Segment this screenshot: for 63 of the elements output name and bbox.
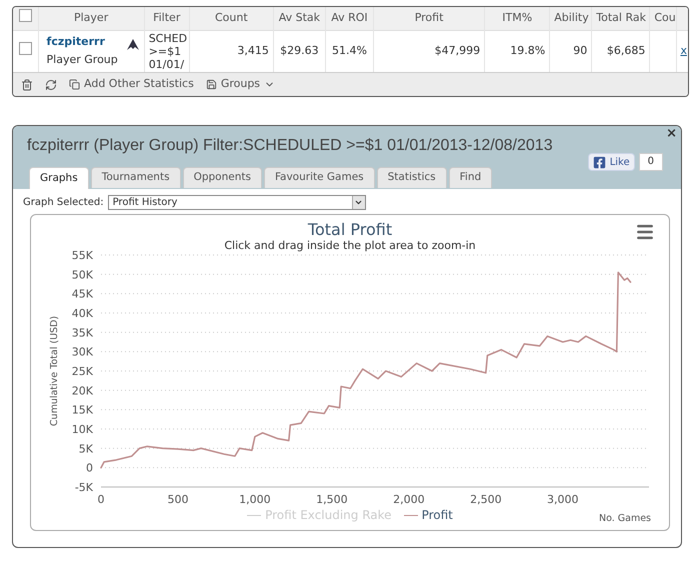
y-tick-label: 20K	[72, 384, 93, 398]
remove-link[interactable]: x	[680, 44, 687, 57]
x-tick-label: 2,500	[470, 493, 502, 506]
groups-button[interactable]: Groups	[206, 76, 276, 93]
tab[interactable]: Statistics	[376, 167, 447, 188]
column-header[interactable]: ITM%	[484, 7, 550, 30]
player-group-label: Player Group	[46, 52, 118, 68]
x-axis-title: No. Games	[598, 513, 651, 524]
y-axis-title: Cumulative Total (USD)	[49, 316, 60, 426]
tab[interactable]: Tournaments	[90, 167, 181, 188]
chart-menu-button[interactable]	[635, 222, 655, 242]
add-statistics-button[interactable]: Add Other Statistics	[69, 76, 194, 93]
y-tick-label: 0	[86, 462, 93, 475]
like-count: 0	[638, 153, 663, 171]
y-tick-label: 30K	[72, 346, 93, 359]
panel-title: fczpiterrr (Player Group) Filter:SCHEDULED >=$1 01/01/2013-12/08/2013	[27, 136, 553, 156]
column-header[interactable]: Av Stak	[273, 7, 326, 30]
copy-icon	[69, 79, 80, 90]
close-button[interactable]: ×	[666, 127, 677, 140]
column-header[interactable]: Av ROI	[325, 7, 374, 30]
trash-icon[interactable]	[21, 78, 33, 90]
player-link[interactable]: fczpiterrr	[46, 34, 118, 50]
filter-text: 01/01/	[148, 58, 185, 71]
filter-text: SCHED	[148, 32, 185, 45]
column-header[interactable]: Count	[189, 7, 274, 30]
x-tick-label: 2,000	[393, 493, 425, 506]
y-tick-label: -5K	[74, 481, 93, 494]
legend-item[interactable]: Profit	[404, 506, 453, 524]
x-tick-label: 1,500	[316, 493, 348, 506]
y-tick-label: 15K	[72, 404, 93, 417]
chart-subtitle: Click and drag inside the plot area to zoom-in	[224, 239, 476, 252]
y-tick-label: 45K	[72, 288, 93, 301]
y-tick-label: 50K	[72, 268, 93, 282]
like-button[interactable]: Like	[588, 153, 635, 171]
y-tick-label: 40K	[72, 307, 93, 320]
x-tick-label: 500	[167, 493, 188, 506]
floppy-icon	[206, 79, 217, 90]
facebook-icon	[592, 156, 606, 168]
tab[interactable]: Find	[448, 167, 492, 188]
column-header[interactable]: Ability	[550, 7, 592, 30]
chart-title: Total Profit	[308, 220, 392, 239]
column-header[interactable]: Filter	[144, 7, 190, 30]
y-tick-label: 25K	[72, 365, 93, 378]
caret-icon	[354, 198, 364, 207]
column-header[interactable]: Player	[38, 7, 144, 30]
column-header[interactable]: Profit	[373, 7, 485, 30]
tab[interactable]: Opponents	[182, 167, 262, 188]
graph-select[interactable]: Profit History	[108, 195, 366, 210]
y-tick-label: 10K	[72, 423, 93, 436]
filter-text: >=$1	[148, 44, 182, 58]
tab[interactable]: Graphs	[29, 167, 89, 189]
graph-selected-label: Graph Selected:	[23, 196, 104, 210]
tab[interactable]: Favourite Games	[264, 167, 375, 188]
column-header[interactable]: Total Rak	[592, 7, 650, 30]
y-tick-label: 55K	[72, 249, 93, 262]
x-tick-label: 3,000	[547, 493, 579, 506]
checkbox[interactable]	[18, 42, 32, 55]
refresh-icon[interactable]	[45, 78, 57, 90]
x-tick-label: 0	[98, 493, 104, 506]
y-tick-label: 35K	[72, 326, 93, 340]
y-tick-label: 5K	[78, 442, 93, 456]
checkbox[interactable]	[18, 9, 32, 22]
x-tick-label: 1,000	[239, 493, 271, 506]
